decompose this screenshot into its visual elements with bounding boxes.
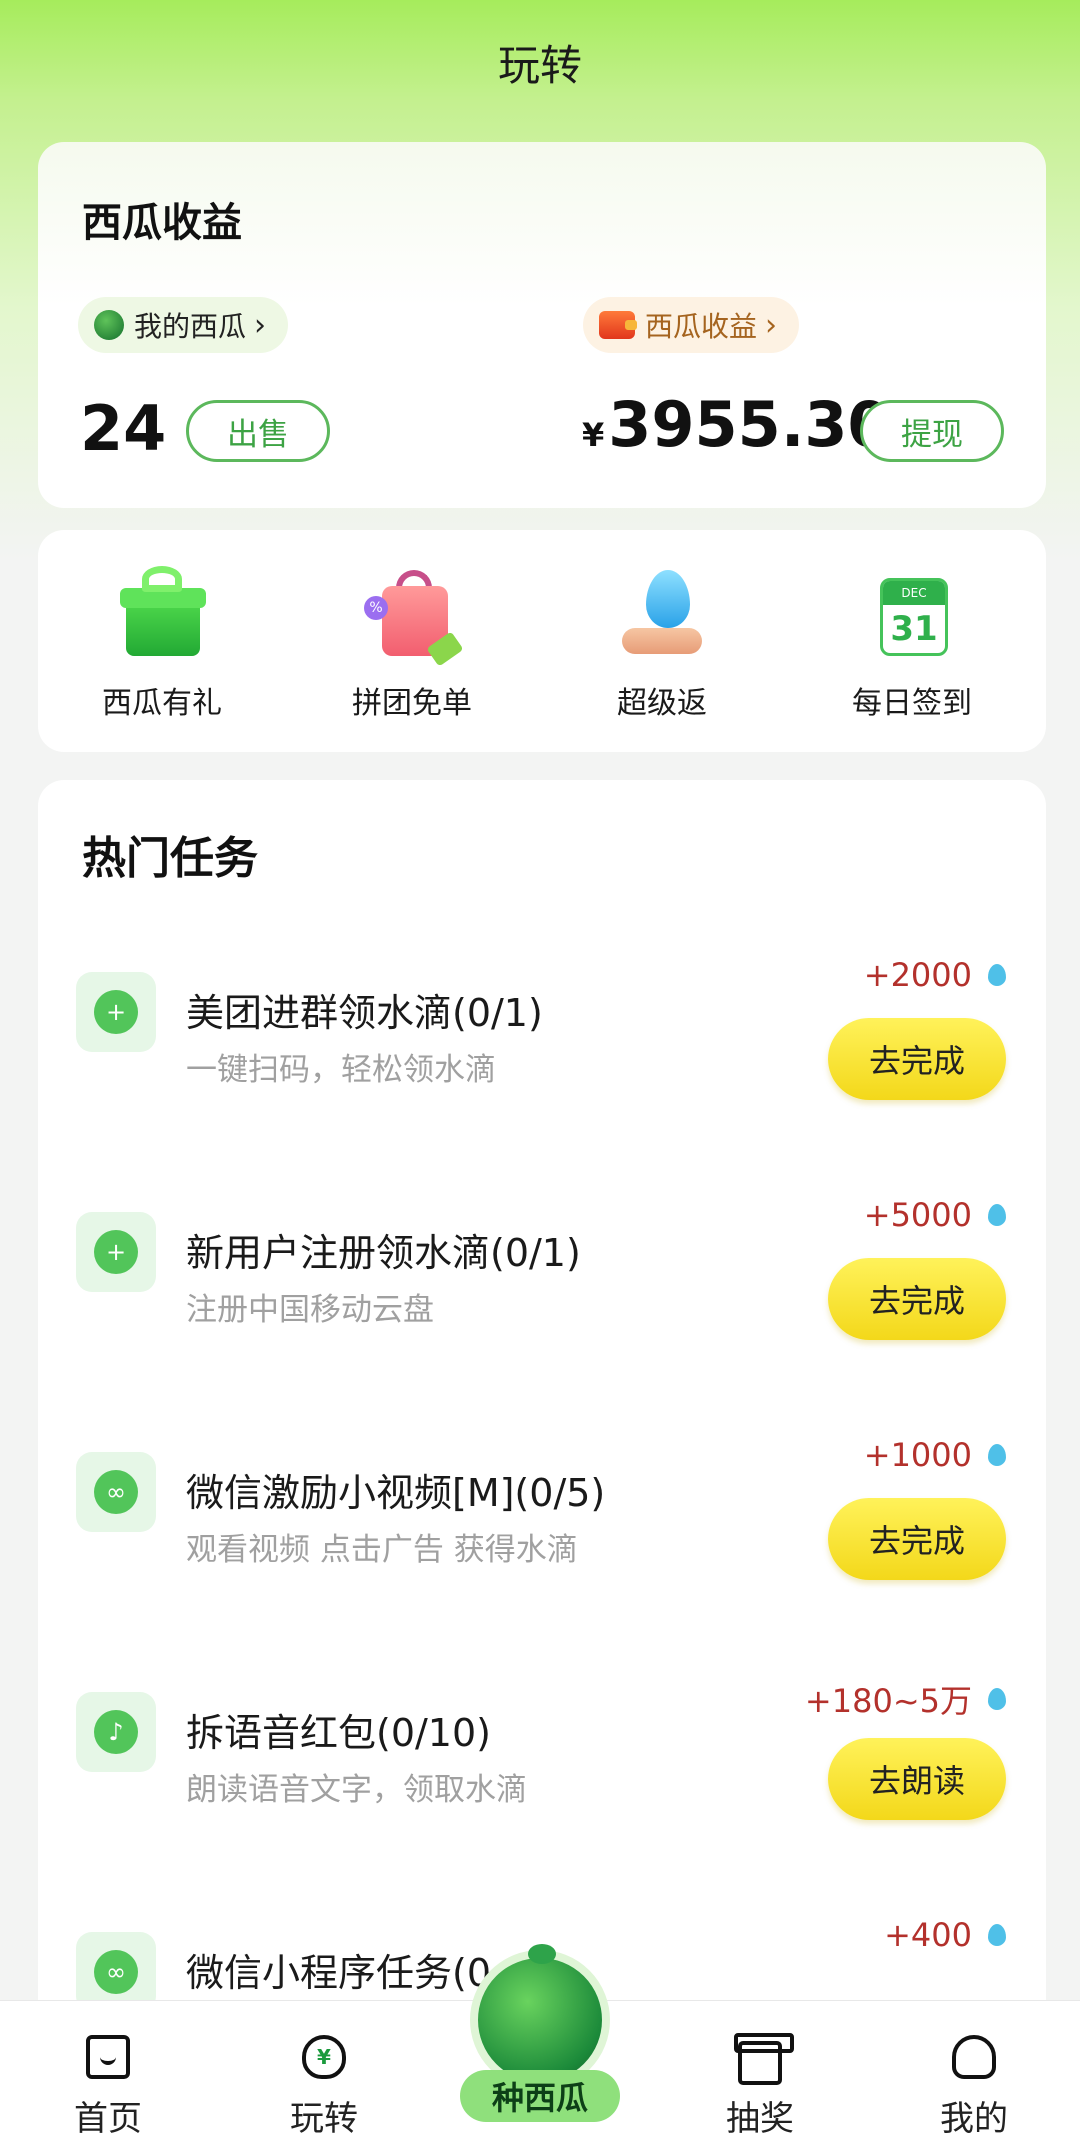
quick-action-super-cashback[interactable]: 超级返 bbox=[542, 566, 782, 722]
task-item: ♪ 拆语音红包(0/10) 朗读语音文字，领取水滴 +180~5万 去朗读 bbox=[38, 1620, 1046, 1820]
wallet-icon bbox=[599, 311, 637, 339]
melon-count: 24 bbox=[80, 392, 167, 465]
tab-plant-melon[interactable]: 种西瓜 bbox=[460, 1944, 620, 2155]
task-item: + 新用户注册领水滴(0/1) 注册中国移动云盘 +5000 去完成 bbox=[38, 1140, 1046, 1340]
add-user-icon: + bbox=[76, 972, 156, 1052]
currency-symbol: ¥ bbox=[582, 416, 605, 454]
my-melon-link[interactable]: 我的西瓜 › bbox=[78, 297, 289, 353]
shopping-bag-icon: % bbox=[362, 566, 464, 667]
tab-mine[interactable]: 我的 bbox=[894, 2035, 1054, 2140]
task-reward: +2000 bbox=[864, 956, 1006, 994]
hot-tasks-title: 热门任务 bbox=[82, 833, 258, 884]
task-item: ∞ 微信激励小视频[M](0/5) 观看视频 点击广告 获得水滴 +1000 去… bbox=[38, 1380, 1046, 1580]
quick-action-melon-gift[interactable]: 西瓜有礼 bbox=[42, 566, 282, 722]
task-name: 微信激励小视频[M](0/5) bbox=[186, 1471, 606, 1515]
melon-income-link[interactable]: 西瓜收益 › bbox=[583, 297, 800, 353]
watermelon-icon bbox=[94, 310, 124, 340]
task-item: + 美团进群领水滴(0/1) 一键扫码，轻松领水滴 +2000 去完成 bbox=[38, 900, 1046, 1100]
task-action-button[interactable]: 去朗读 bbox=[828, 1738, 1006, 1820]
calendar-icon: DEC 31 bbox=[862, 566, 962, 666]
tab-label: 我的 bbox=[940, 2099, 1008, 2139]
task-reward: +180~5万 bbox=[805, 1676, 1006, 1722]
hot-tasks-card: 热门任务 + 美团进群领水滴(0/1) 一键扫码，轻松领水滴 +2000 去完成… bbox=[38, 780, 1046, 2040]
my-melon-label: 我的西瓜 bbox=[134, 310, 247, 343]
withdraw-button[interactable]: 提现 bbox=[860, 400, 1004, 462]
task-name: 微信小程序任务(0 bbox=[186, 1951, 492, 1995]
water-drop-hand-icon bbox=[612, 566, 712, 666]
quick-action-label: 西瓜有礼 bbox=[102, 686, 222, 721]
earnings-card: 西瓜收益 我的西瓜 › 西瓜收益 › 24 出售 ¥3955.30 提现 bbox=[38, 142, 1046, 508]
water-drop-icon bbox=[988, 1688, 1006, 1710]
water-drop-icon bbox=[988, 1444, 1006, 1466]
gift-box-icon bbox=[112, 566, 212, 666]
user-icon bbox=[952, 2035, 996, 2079]
money-bag-icon bbox=[302, 2035, 346, 2079]
water-drop-icon bbox=[988, 1924, 1006, 1946]
quick-actions-card: 西瓜有礼 % 拼团免单 超级返 DEC 31 每日签到 bbox=[38, 530, 1046, 752]
tab-label: 抽奖 bbox=[726, 2099, 794, 2139]
task-action-button[interactable]: 去完成 bbox=[828, 1018, 1006, 1100]
task-reward: +400 bbox=[884, 1916, 1006, 1954]
add-user-icon: + bbox=[76, 1212, 156, 1292]
income-value: 3955.30 bbox=[608, 388, 891, 461]
task-desc: 观看视频 点击广告 获得水滴 bbox=[186, 1532, 578, 1568]
sell-button[interactable]: 出售 bbox=[186, 400, 330, 462]
watermelon-icon bbox=[470, 1944, 610, 2090]
task-desc: 一键扫码，轻松领水滴 bbox=[186, 1052, 496, 1088]
task-action-button[interactable]: 去完成 bbox=[828, 1258, 1006, 1340]
water-drop-icon bbox=[988, 1204, 1006, 1226]
task-desc: 注册中国移动云盘 bbox=[186, 1292, 434, 1328]
home-icon bbox=[86, 2035, 130, 2079]
quick-action-label: 超级返 bbox=[617, 686, 707, 721]
mini-program-icon: ∞ bbox=[76, 1452, 156, 1532]
page-title: 玩转 bbox=[497, 41, 582, 90]
task-reward: +5000 bbox=[864, 1196, 1006, 1234]
melon-income-label: 西瓜收益 bbox=[645, 310, 758, 343]
quick-action-label: 拼团免单 bbox=[352, 686, 472, 721]
tab-lottery[interactable]: 抽奖 bbox=[680, 2033, 840, 2140]
tab-label: 玩转 bbox=[290, 2099, 358, 2139]
task-name: 美团进群领水滴(0/1) bbox=[186, 991, 543, 1035]
task-reward: +1000 bbox=[864, 1436, 1006, 1474]
chevron-right-icon: › bbox=[254, 307, 267, 343]
water-drop-icon bbox=[988, 964, 1006, 986]
income-amount: ¥3955.30 bbox=[582, 388, 891, 461]
earnings-title: 西瓜收益 bbox=[82, 200, 242, 246]
task-desc: 朗读语音文字，领取水滴 bbox=[186, 1772, 527, 1808]
tab-home[interactable]: 首页 bbox=[28, 2035, 188, 2140]
chevron-right-icon: › bbox=[765, 307, 778, 343]
tab-label: 首页 bbox=[74, 2099, 142, 2139]
voice-envelope-icon: ♪ bbox=[76, 1692, 156, 1772]
tab-play[interactable]: 玩转 bbox=[244, 2035, 404, 2140]
task-name: 拆语音红包(0/10) bbox=[186, 1711, 491, 1755]
quick-action-group-buy[interactable]: % 拼团免单 bbox=[292, 566, 532, 722]
gift-icon bbox=[734, 2033, 794, 2085]
tab-label: 种西瓜 bbox=[460, 2070, 620, 2122]
quick-action-label: 每日签到 bbox=[852, 686, 972, 721]
task-action-button[interactable]: 去完成 bbox=[828, 1498, 1006, 1580]
task-name: 新用户注册领水滴(0/1) bbox=[186, 1231, 581, 1275]
quick-action-daily-checkin[interactable]: DEC 31 每日签到 bbox=[792, 566, 1032, 722]
